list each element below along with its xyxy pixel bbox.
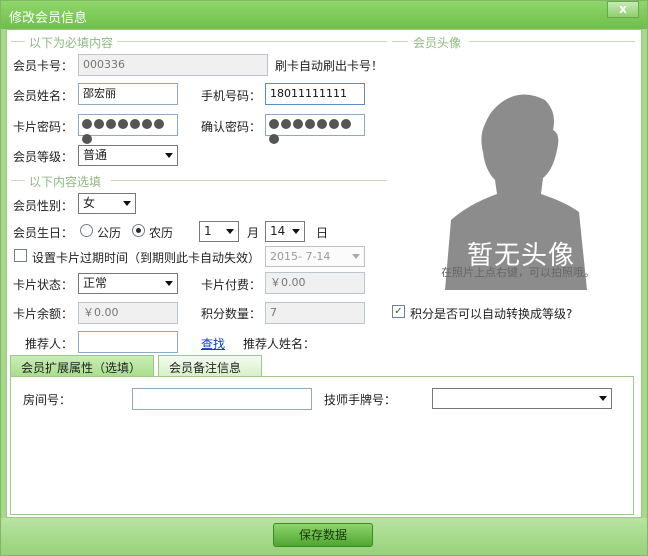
- footer-bar: 保存数据: [1, 518, 647, 555]
- close-button[interactable]: x: [607, 1, 639, 18]
- gender-value: 女: [83, 196, 96, 210]
- swipe-hint: 刷卡自动刷出卡号！: [275, 59, 384, 73]
- chevron-down-icon: [292, 229, 300, 234]
- card-status-value: 正常: [83, 276, 108, 290]
- member-level-value: 普通: [83, 148, 108, 162]
- expire-date-picker[interactable]: 2015- 7-14: [265, 246, 365, 267]
- name-input[interactable]: 邵宏丽: [78, 83, 178, 105]
- birth-month-select[interactable]: 1: [199, 221, 239, 242]
- avatar-section-title: 会员头像: [413, 36, 462, 50]
- card-balance-label: 卡片余额：: [13, 307, 74, 321]
- avatar-hint: 在照片上点右键，可以拍照哦。: [441, 266, 595, 279]
- save-button[interactable]: 保存数据: [273, 523, 373, 547]
- tab-member-notes-label: 会员备注信息: [169, 361, 242, 375]
- find-referrer-link[interactable]: 查找: [201, 335, 225, 352]
- tab-panel: 房间号： 技师手牌号：: [10, 376, 634, 515]
- optional-section-title: 以下内容选填: [29, 175, 102, 189]
- technician-no-select[interactable]: [432, 388, 612, 409]
- section-divider: [117, 41, 387, 42]
- card-no-label: 会员卡号：: [13, 59, 74, 73]
- tab-member-notes[interactable]: 会员备注信息: [158, 355, 262, 377]
- lunar-calendar-radio[interactable]: [132, 224, 145, 237]
- points-input[interactable]: 7: [265, 302, 365, 324]
- section-divider: [11, 180, 25, 181]
- card-fee-input[interactable]: ￥0.00: [265, 272, 365, 294]
- birth-month-value: 1: [204, 224, 212, 238]
- birth-day-select[interactable]: 14: [265, 221, 305, 242]
- section-divider: [11, 41, 25, 42]
- phone-input[interactable]: 18011111111: [265, 83, 365, 105]
- phone-label: 手机号码：: [201, 89, 262, 103]
- card-password-label: 卡片密码：: [13, 120, 74, 134]
- month-unit: 月: [247, 226, 260, 240]
- room-no-label: 房间号：: [23, 393, 72, 407]
- window-title: 修改会员信息: [9, 11, 88, 26]
- birthday-label: 会员生日：: [13, 226, 74, 240]
- chevron-down-icon: [352, 254, 360, 259]
- chevron-down-icon: [165, 153, 173, 158]
- card-status-label: 卡片状态：: [13, 278, 74, 292]
- technician-no-label: 技师手牌号：: [324, 393, 397, 407]
- card-status-select[interactable]: 正常: [78, 273, 178, 294]
- gender-select[interactable]: 女: [78, 193, 136, 214]
- confirm-password-input[interactable]: [265, 114, 365, 144]
- card-no-input[interactable]: 000336: [78, 54, 268, 76]
- referrer-name-label: 推荐人姓名：: [243, 337, 316, 351]
- member-edit-window: 修改会员信息 x 以下为必填内容 会员头像 会员卡号： 000336 刷卡自动刷…: [0, 0, 648, 556]
- auto-upgrade-label: 积分是否可以自动转换成等级?: [410, 307, 573, 321]
- title-bar[interactable]: 修改会员信息 x: [1, 1, 647, 29]
- chevron-down-icon: [165, 281, 173, 286]
- chevron-down-icon: [599, 396, 607, 401]
- referrer-input[interactable]: [78, 331, 178, 353]
- tab-extended-attributes-label: 会员扩展属性（选填）: [21, 361, 142, 375]
- confirm-password-label: 确认密码：: [201, 120, 262, 134]
- gender-label: 会员性别：: [13, 199, 74, 213]
- required-section-title: 以下为必填内容: [29, 36, 114, 50]
- section-divider: [392, 41, 408, 42]
- chevron-down-icon: [123, 201, 131, 206]
- section-divider: [469, 41, 635, 42]
- expire-checkbox[interactable]: [14, 249, 27, 262]
- member-level-select[interactable]: 普通: [78, 145, 178, 166]
- referrer-label: 推荐人：: [25, 337, 74, 351]
- tab-extended-attributes[interactable]: 会员扩展属性（选填）: [10, 355, 154, 377]
- day-unit: 日: [316, 226, 329, 240]
- points-label: 积分数量：: [201, 307, 262, 321]
- lunar-calendar-label: 农历: [149, 226, 174, 240]
- solar-calendar-label: 公历: [97, 226, 122, 240]
- solar-calendar-radio[interactable]: [80, 224, 93, 237]
- card-password-input[interactable]: [78, 114, 178, 144]
- name-label: 会员姓名：: [13, 89, 74, 103]
- birth-day-value: 14: [270, 224, 286, 238]
- auto-upgrade-checkbox[interactable]: ✓: [392, 305, 405, 318]
- expire-date-value: 2015- 7-14: [270, 250, 331, 263]
- card-fee-label: 卡片付费：: [201, 278, 262, 292]
- expire-label: 设置卡片过期时间（到期则此卡自动失效）: [32, 251, 261, 265]
- room-no-input[interactable]: [132, 388, 312, 410]
- chevron-down-icon: [226, 229, 234, 234]
- member-level-label: 会员等级：: [13, 150, 74, 164]
- section-divider: [111, 180, 387, 181]
- card-balance-input[interactable]: ￥0.00: [78, 302, 178, 324]
